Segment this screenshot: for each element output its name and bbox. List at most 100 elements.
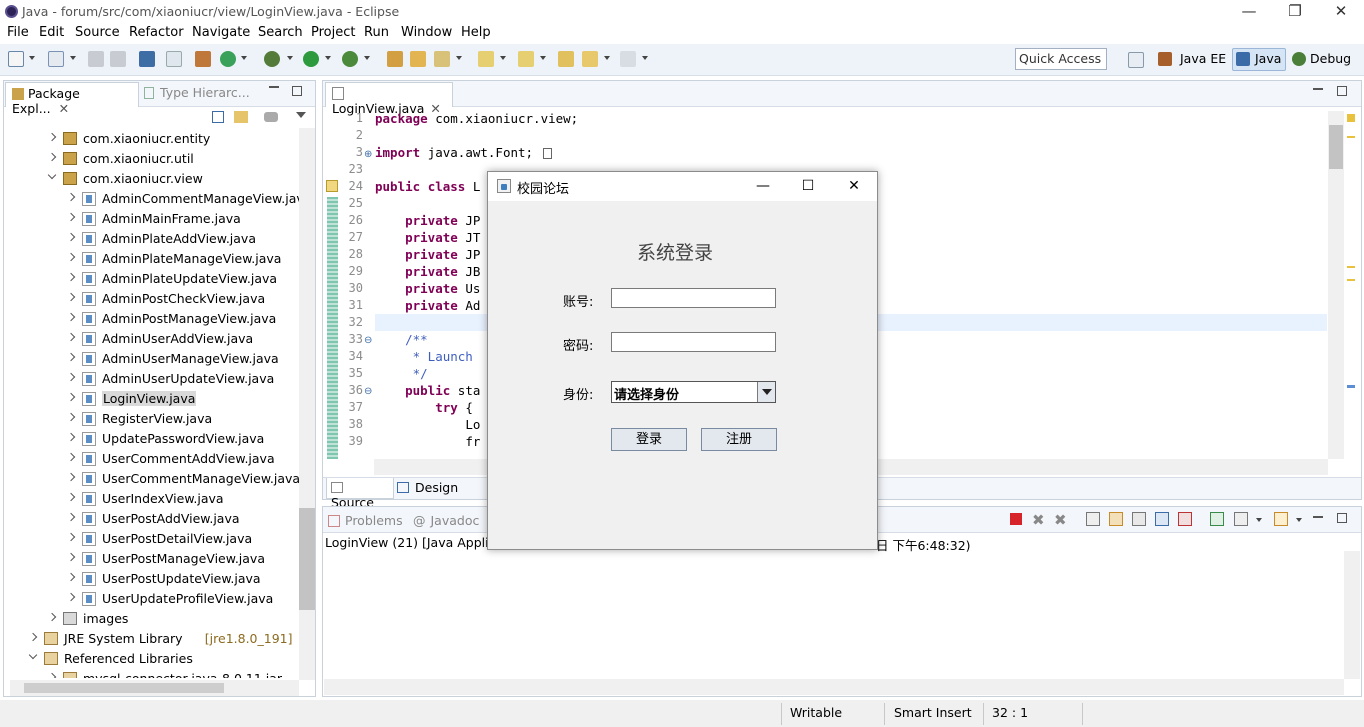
chevron-down-icon[interactable] [28, 650, 38, 660]
chevron-right-icon[interactable] [47, 152, 57, 162]
code-line[interactable]: */ [375, 366, 428, 381]
menu-file[interactable]: File [2, 25, 34, 40]
role-dropdown-button[interactable] [757, 382, 775, 402]
next-annotation-icon[interactable] [478, 51, 494, 67]
chevron-right-icon[interactable] [47, 672, 57, 678]
open-console-icon[interactable] [139, 51, 155, 67]
code-line[interactable]: fr [375, 434, 480, 449]
tree-item[interactable]: AdminUserAddView.java [0, 329, 300, 349]
chevron-right-icon[interactable] [66, 532, 76, 542]
debug-dropdown-icon[interactable] [287, 56, 293, 60]
menu-refactor[interactable]: Refactor [124, 25, 189, 40]
menu-run[interactable]: Run [359, 25, 394, 40]
tree-item[interactable]: AdminPostCheckView.java [0, 289, 300, 309]
editor-minimize-icon[interactable] [1313, 88, 1323, 90]
new-java-project-icon[interactable] [48, 51, 64, 67]
chevron-right-icon[interactable] [66, 572, 76, 582]
tree-item[interactable]: UserCommentManageView.java [0, 469, 300, 489]
previous-annotation-icon[interactable] [518, 51, 534, 67]
tree-item[interactable]: RegisterView.java [0, 409, 300, 429]
close-window-button[interactable]: ✕ [1318, 0, 1364, 24]
tree-item[interactable]: UserPostAddView.java [0, 509, 300, 529]
tree-item[interactable]: UserPostManageView.java [0, 549, 300, 569]
tree-item[interactable]: UserCommentAddView.java [0, 449, 300, 469]
code-line[interactable]: private Us [375, 281, 480, 296]
console-horizontal-scrollbar[interactable] [324, 679, 1344, 695]
code-line[interactable]: * Launch [375, 349, 473, 364]
tree-item[interactable]: AdminMainFrame.java [0, 209, 300, 229]
skip-breakpoints-icon[interactable] [166, 51, 182, 67]
chevron-right-icon[interactable] [66, 252, 76, 262]
code-line[interactable]: private JP [375, 213, 480, 228]
dialog-maximize-button[interactable]: ☐ [790, 175, 826, 197]
tab-source[interactable]: Source [326, 478, 394, 510]
chevron-right-icon[interactable] [28, 632, 38, 642]
tree-item[interactable]: UserUpdateProfileView.java [0, 589, 300, 609]
save-icon[interactable] [88, 51, 104, 67]
display-console-dropdown-icon[interactable] [1256, 518, 1262, 522]
chevron-right-icon[interactable] [47, 132, 57, 142]
tab-package-explorer[interactable]: Package Expl... ✕ [5, 82, 139, 116]
refresh-icon[interactable] [220, 51, 236, 67]
editor-scroll-thumb[interactable] [1329, 125, 1343, 169]
tree-item[interactable]: mysql-connector-java-8.0.11.jar [0, 669, 300, 678]
search-icon[interactable] [434, 51, 450, 67]
chevron-right-icon[interactable] [66, 452, 76, 462]
chevron-right-icon[interactable] [66, 212, 76, 222]
tab-design[interactable]: Design [397, 480, 458, 495]
previous-annotation-dropdown-icon[interactable] [540, 56, 546, 60]
run-dropdown-icon[interactable] [325, 56, 331, 60]
tree-item[interactable]: LoginView.java [0, 389, 300, 409]
perspective-java[interactable]: Java [1255, 51, 1281, 66]
tree-item[interactable]: AdminPlateManageView.java [0, 249, 300, 269]
chevron-right-icon[interactable] [66, 592, 76, 602]
open-console-icon[interactable] [1274, 512, 1288, 526]
code-line[interactable]: public class L [375, 179, 480, 194]
account-input[interactable] [611, 288, 776, 308]
tree-item[interactable]: UserPostUpdateView.java [0, 569, 300, 589]
code-line[interactable]: private JP [375, 247, 480, 262]
password-input[interactable] [611, 332, 776, 352]
console-maximize-icon[interactable] [1337, 513, 1347, 523]
menu-help[interactable]: Help [456, 25, 496, 40]
chevron-right-icon[interactable] [66, 332, 76, 342]
tree-item[interactable]: AdminUserManageView.java [0, 349, 300, 369]
code-line[interactable]: private Ad [375, 298, 480, 313]
menu-window[interactable]: Window [396, 25, 457, 40]
menu-source[interactable]: Source [70, 25, 125, 40]
editor-vertical-scrollbar[interactable] [1328, 111, 1344, 459]
tree-item[interactable]: images [0, 609, 300, 629]
chevron-right-icon[interactable] [47, 612, 57, 622]
tree-item[interactable]: AdminCommentManageView.java [0, 189, 300, 209]
tree-item[interactable]: UpdatePasswordView.java [0, 429, 300, 449]
tree-horizontal-scrollbar[interactable] [10, 680, 299, 696]
tree-item[interactable]: UserPostDetailView.java [0, 529, 300, 549]
perspective-debug[interactable]: Debug [1310, 51, 1351, 66]
new-project-dropdown-icon[interactable] [70, 56, 76, 60]
tab-loginview-java[interactable]: LoginView.java ✕ [325, 82, 453, 116]
code-line[interactable]: /** [375, 332, 428, 347]
code-line[interactable]: public sta [375, 383, 480, 398]
search-dropdown-icon[interactable] [456, 56, 462, 60]
collapse-all-icon[interactable] [212, 111, 224, 123]
chevron-right-icon[interactable] [66, 492, 76, 502]
forward-icon[interactable] [620, 51, 636, 67]
pin-console-icon[interactable] [1210, 512, 1224, 526]
chevron-right-icon[interactable] [66, 272, 76, 282]
focus-active-task-icon[interactable] [264, 112, 278, 122]
chevron-down-icon[interactable] [47, 170, 57, 180]
tree-item[interactable]: AdminPostManageView.java [0, 309, 300, 329]
terminate-icon[interactable] [1010, 513, 1022, 525]
menu-navigate[interactable]: Navigate [187, 25, 255, 40]
new-icon[interactable] [8, 51, 24, 67]
role-select[interactable]: 请选择身份 [611, 381, 776, 403]
console-minimize-icon[interactable] [1313, 516, 1323, 518]
chevron-right-icon[interactable] [66, 552, 76, 562]
editor-maximize-icon[interactable] [1337, 86, 1347, 96]
code-line[interactable]: Lo [375, 417, 480, 432]
code-line[interactable]: try { [375, 400, 473, 415]
tree-item[interactable]: com.xiaoniucr.view [0, 169, 300, 189]
fold-collapse-icon[interactable]: ⊖ [364, 386, 372, 397]
maximize-view-icon[interactable] [292, 86, 302, 96]
chevron-right-icon[interactable] [66, 192, 76, 202]
